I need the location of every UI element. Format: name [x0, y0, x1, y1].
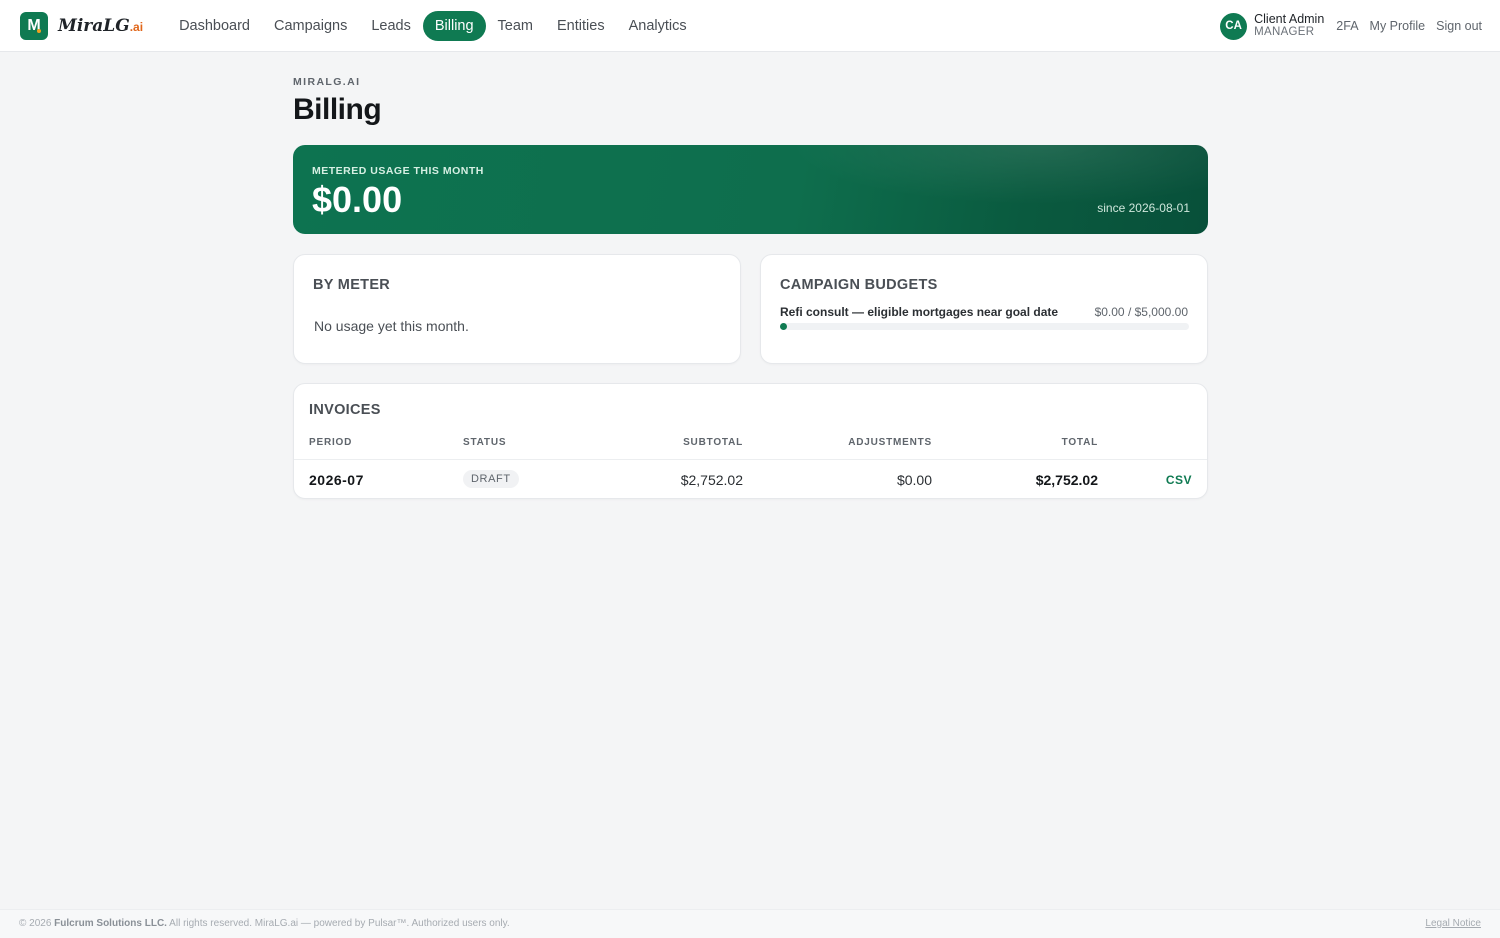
invoice-subtotal: $2,752.02 [680, 472, 743, 488]
invoice-adjustments: $0.00 [896, 472, 932, 488]
main-nav: Dashboard Campaigns Leads Billing Team E… [167, 10, 699, 41]
sign-out-link[interactable]: Sign out [1436, 19, 1482, 33]
invoice-csv-download-link[interactable]: CSV [1166, 473, 1192, 487]
usage-label: METERED USAGE THIS MONTH [312, 165, 484, 177]
footer-company: Fulcrum Solutions LLC. [54, 918, 167, 929]
avatar[interactable]: CA [1220, 12, 1248, 40]
status-badge: DRAFT [463, 470, 519, 488]
col-header-period: PERIOD [309, 437, 353, 448]
footer-copyright: © 2026 Fulcrum Solutions LLC. All rights… [19, 918, 510, 929]
table-divider [294, 459, 1207, 460]
budget-progress-fill [780, 323, 787, 330]
nav-analytics[interactable]: Analytics [617, 11, 699, 41]
my-profile-link[interactable]: My Profile [1370, 19, 1426, 33]
nav-team[interactable]: Team [486, 11, 545, 41]
twofa-link[interactable]: 2FA [1336, 19, 1358, 33]
budget-campaign-name: Refi consult — eligible mortgages near g… [780, 305, 1059, 319]
nav-billing[interactable]: Billing [422, 10, 486, 41]
nav-campaigns[interactable]: Campaigns [262, 11, 359, 41]
invoice-total: $2,752.02 [1035, 472, 1098, 488]
campaign-budgets-title: CAMPAIGN BUDGETS [780, 277, 938, 293]
invoice-period: 2026-07 [309, 472, 364, 488]
usage-value: $0.00 [312, 179, 403, 220]
brand-suffix: .ai [129, 19, 144, 34]
nav-entities[interactable]: Entities [545, 11, 617, 41]
user-menu: CA Client Admin MANAGER 2FA My Profile S… [1220, 0, 1482, 52]
col-header-subtotal: SUBTOTAL [683, 437, 743, 448]
page-title: Billing [293, 93, 382, 126]
legal-notice-link[interactable]: Legal Notice [1425, 918, 1481, 929]
footer: © 2026 Fulcrum Solutions LLC. All rights… [0, 909, 1500, 938]
col-header-adjustments: ADJUSTMENTS [848, 437, 932, 448]
page-eyebrow: MIRALG.AI [293, 76, 361, 88]
brand-name: MiraLG.ai [58, 15, 144, 36]
nav-leads[interactable]: Leads [359, 11, 423, 41]
budget-amount: $0.00 / $5,000.00 [1094, 305, 1188, 319]
invoices-card: INVOICES PERIOD STATUS SUBTOTAL ADJUSTME… [293, 383, 1208, 499]
top-navigation-bar: M MiraLG.ai Dashboard Campaigns Leads Bi… [0, 0, 1500, 52]
col-header-status: STATUS [463, 437, 507, 448]
by-meter-card: BY METER No usage yet this month. [293, 254, 741, 364]
col-header-total: TOTAL [1061, 437, 1098, 448]
budget-progress-bar [780, 323, 1189, 330]
by-meter-empty-text: No usage yet this month. [314, 318, 469, 334]
by-meter-title: BY METER [313, 277, 391, 293]
campaign-budgets-card: CAMPAIGN BUDGETS Refi consult — eligible… [760, 254, 1208, 364]
invoices-title: INVOICES [309, 402, 381, 418]
user-role: MANAGER [1254, 26, 1315, 38]
user-info: Client Admin MANAGER [1254, 13, 1324, 39]
brand-logo[interactable]: M MiraLG.ai [20, 11, 144, 40]
metered-usage-card: METERED USAGE THIS MONTH $0.00 since 202… [293, 145, 1208, 234]
nav-dashboard[interactable]: Dashboard [167, 11, 262, 41]
logo-badge-icon: M [20, 11, 48, 40]
usage-since: since 2026-08-01 [1097, 201, 1190, 215]
user-name: Client Admin [1254, 12, 1325, 26]
